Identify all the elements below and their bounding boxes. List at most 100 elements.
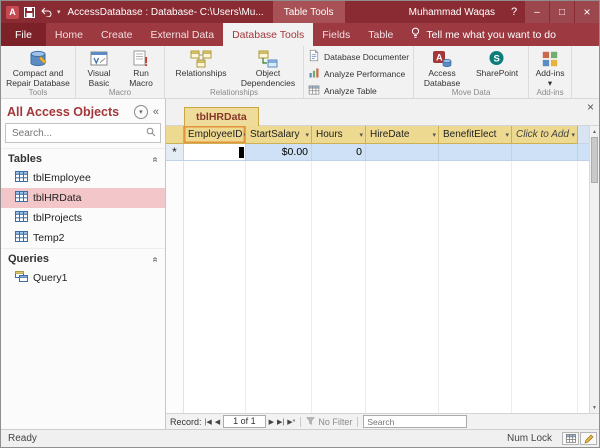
- undo-icon[interactable]: [40, 7, 52, 17]
- cell-hiredate[interactable]: [366, 144, 439, 161]
- minimize-button[interactable]: –: [525, 1, 549, 23]
- ribbon-group-move-data: A Access Database S SharePoint Move Data: [414, 46, 530, 98]
- group-name-tools: Tools: [28, 88, 48, 97]
- group-name-relationships: Relationships: [209, 88, 259, 97]
- column-header-hours[interactable]: Hours ▾: [312, 126, 366, 144]
- cell-employeeid[interactable]: [184, 144, 246, 161]
- navigation-pane-title[interactable]: All Access Objects: [7, 105, 134, 119]
- column-dropdown-icon[interactable]: ▾: [505, 131, 509, 139]
- add-ins-dropdown-icon: ▾: [547, 77, 553, 88]
- scrollbar-thumb[interactable]: [591, 137, 598, 183]
- shutter-bar-close-icon[interactable]: «: [153, 107, 159, 118]
- column-dropdown-icon[interactable]: ▾: [571, 131, 575, 139]
- save-icon[interactable]: [24, 6, 35, 18]
- run-macro-icon: !: [131, 49, 151, 69]
- relationships-button[interactable]: Relationships: [167, 47, 235, 88]
- column-label: Click to Add: [516, 129, 569, 140]
- table-icon: [15, 171, 28, 185]
- column-header-click-to-add[interactable]: Click to Add ▾: [512, 126, 578, 144]
- sharepoint-button[interactable]: S SharePoint: [468, 47, 526, 88]
- sidebar-item-tblprojects[interactable]: tblProjects: [1, 208, 165, 228]
- compact-repair-button[interactable]: Compact and Repair Database: [3, 47, 73, 88]
- analyze-table-button[interactable]: Analyze Table: [308, 84, 409, 98]
- chevron-up-icon: «: [149, 256, 161, 262]
- tab-database-tools[interactable]: Database Tools: [223, 23, 314, 46]
- cell-startsalary[interactable]: $0.00: [246, 144, 312, 161]
- navigation-search-box[interactable]: [5, 123, 161, 143]
- maximize-button[interactable]: □: [550, 1, 574, 23]
- design-view-button[interactable]: [580, 432, 597, 445]
- cell-click-to-add[interactable]: [512, 144, 578, 161]
- column-header-benefitelect[interactable]: BenefitElect ▾: [439, 126, 512, 144]
- column-header-startsalary[interactable]: StartSalary ▾: [246, 126, 312, 144]
- cell-hours[interactable]: 0: [312, 144, 366, 161]
- document-tab-tblhrdata[interactable]: tblHRData: [184, 107, 259, 126]
- sidebar-item-temp2[interactable]: Temp2: [1, 228, 165, 248]
- document-close-icon[interactable]: ×: [587, 101, 594, 113]
- column-dropdown-icon[interactable]: ▾: [432, 131, 436, 139]
- tab-fields[interactable]: Fields: [313, 23, 359, 46]
- add-ins-button[interactable]: Add-ins ▾: [531, 47, 569, 88]
- scroll-down-icon[interactable]: ▼: [590, 402, 599, 413]
- sidebar-item-query1[interactable]: Query1: [1, 268, 165, 288]
- tab-table[interactable]: Table: [359, 23, 402, 46]
- access-app-icon[interactable]: A: [6, 5, 19, 19]
- previous-record-button[interactable]: ◀: [215, 418, 220, 426]
- scroll-up-icon[interactable]: ▲: [590, 126, 599, 137]
- column-label: Hours: [316, 129, 343, 140]
- database-documenter-button[interactable]: Database Documenter: [308, 49, 409, 64]
- navigation-search-input[interactable]: [10, 126, 146, 140]
- customize-qat-icon[interactable]: ▾: [57, 8, 61, 16]
- section-queries[interactable]: Queries «: [1, 248, 165, 268]
- tell-me-box[interactable]: Tell me what you want to do: [402, 23, 564, 46]
- column-dropdown-icon[interactable]: ▾: [359, 131, 363, 139]
- filter-icon: [306, 416, 316, 427]
- ribbon-content: Compact and Repair Database Tools Visual…: [1, 46, 599, 99]
- vertical-scrollbar[interactable]: ▲ ▼: [589, 126, 599, 413]
- visual-basic-button[interactable]: Visual Basic: [78, 47, 120, 88]
- access-database-icon: A: [432, 49, 452, 69]
- button-label: Visual Basic: [87, 68, 111, 88]
- button-label: Object Dependencies: [240, 68, 296, 88]
- tell-me-label: Tell me what you want to do: [426, 28, 556, 41]
- first-record-button[interactable]: |◀: [205, 418, 212, 426]
- last-record-button[interactable]: ▶|: [277, 418, 284, 426]
- status-text: Ready: [8, 433, 37, 444]
- text-cursor: [239, 146, 244, 158]
- object-dependencies-button[interactable]: Object Dependencies: [235, 47, 301, 88]
- column-dropdown-icon[interactable]: ▾: [305, 131, 309, 139]
- cell-benefitelect[interactable]: [439, 144, 512, 161]
- section-tables[interactable]: Tables «: [1, 148, 165, 168]
- next-record-button[interactable]: ▶: [269, 418, 274, 426]
- sidebar-item-tblemployee[interactable]: tblEmployee: [1, 168, 165, 188]
- new-record-button[interactable]: ▶*: [287, 418, 295, 426]
- datasheet-view-button[interactable]: [562, 432, 579, 445]
- tab-file[interactable]: File: [1, 23, 46, 46]
- filter-status[interactable]: No Filter: [306, 417, 352, 427]
- analyze-performance-button[interactable]: Analyze Performance: [308, 67, 409, 81]
- button-label: Relationships: [175, 68, 227, 78]
- run-macro-button[interactable]: ! Run Macro: [120, 47, 162, 88]
- ribbon-group-tools: Compact and Repair Database Tools: [1, 46, 76, 98]
- new-record-selector[interactable]: *: [166, 144, 184, 161]
- new-record-row: * $0.00 0: [166, 144, 589, 161]
- ribbon-group-analyze: Database Documenter Analyze Performance …: [304, 46, 415, 98]
- tab-external-data[interactable]: External Data: [141, 23, 223, 46]
- signed-in-user[interactable]: Muhammad Waqas: [400, 7, 504, 18]
- document-area: tblHRData × EmployeeID ▾ StartSalary: [166, 99, 599, 429]
- record-navigation-bar: Record: |◀ ◀ 1 of 1 ▶ ▶| ▶* No Filter: [166, 413, 599, 429]
- column-header-employeeid[interactable]: EmployeeID ▾: [184, 126, 246, 144]
- column-header-hiredate[interactable]: HireDate ▾: [366, 126, 439, 144]
- navigation-menu-icon[interactable]: ▾: [133, 105, 148, 119]
- close-button[interactable]: ×: [575, 1, 599, 23]
- select-all-cell[interactable]: [166, 126, 184, 144]
- tab-home[interactable]: Home: [46, 23, 92, 46]
- record-position[interactable]: 1 of 1: [223, 415, 266, 428]
- record-search-input[interactable]: [363, 415, 468, 428]
- access-database-button[interactable]: A Access Database: [416, 47, 468, 88]
- button-label: Compact and Repair Database: [6, 68, 70, 88]
- tab-create[interactable]: Create: [92, 23, 142, 46]
- visual-basic-icon: [89, 49, 109, 69]
- sidebar-item-tblhrdata[interactable]: tblHRData: [1, 188, 165, 208]
- help-button[interactable]: ?: [504, 6, 524, 18]
